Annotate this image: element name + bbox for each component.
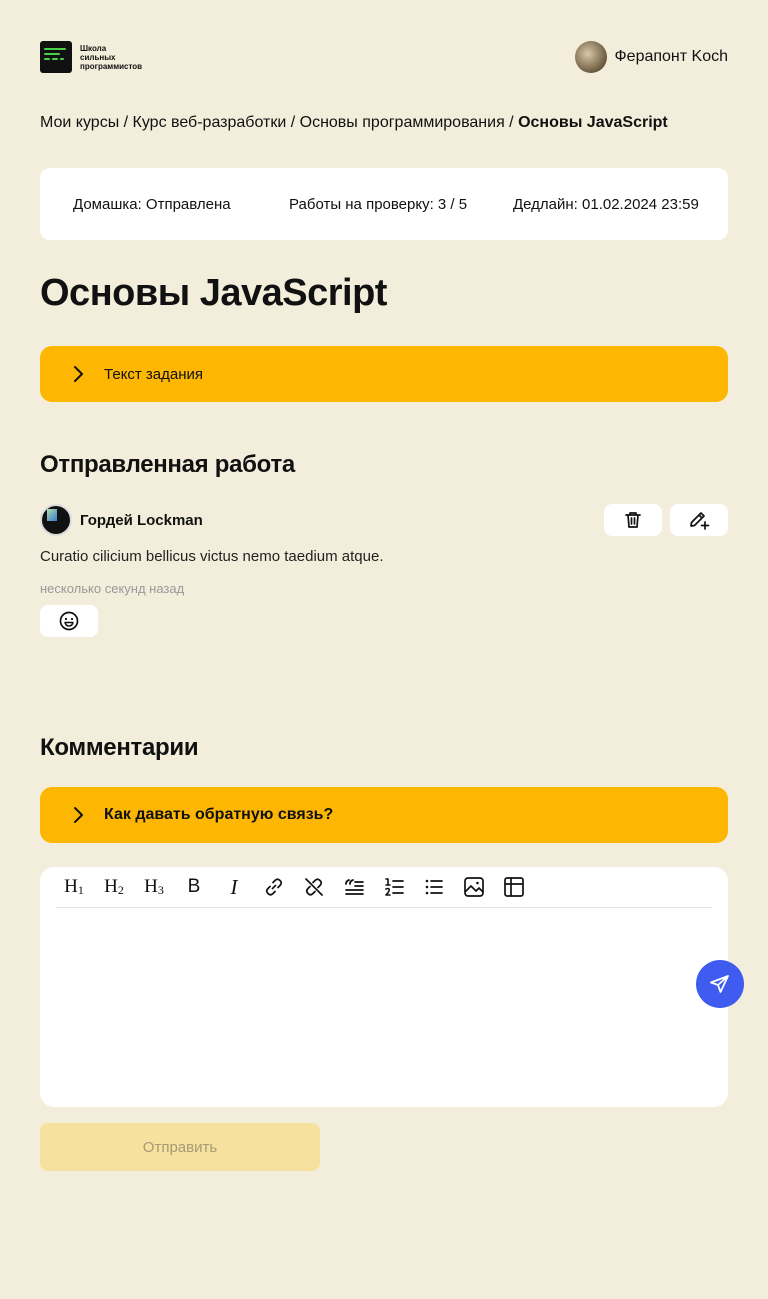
heading-3-sub: 3 [157,883,164,897]
user-menu[interactable]: Ферапонт Koch [574,41,729,73]
submitted-section-title: Отправленная работа [40,451,295,478]
work-timestamp: несколько секунд назад [40,581,185,596]
ordered-list-icon [385,878,404,896]
italic-label: I [230,874,238,899]
ordered-list-button[interactable] [376,871,412,903]
logo-line: Школа [80,43,107,53]
heading-3-label: H [144,876,158,897]
avatar[interactable] [574,41,607,73]
logo-line: программистов [80,61,143,71]
logo-text: Школа сильных программистов [80,44,160,71]
bold-button[interactable]: B [176,871,212,903]
quote-button[interactable] [336,871,372,903]
task-accordion[interactable]: Текст задания [40,346,728,402]
pencil-plus-icon [690,512,710,530]
send-icon [710,975,729,993]
heading-2-label: H [104,876,118,897]
bold-label: B [187,876,201,897]
breadcrumb-current: Основы JavaScript [518,114,668,131]
breadcrumb-link[interactable]: Основы программирования [300,114,505,131]
feedback-accordion[interactable]: Как давать обратную связь? [40,787,728,843]
unlink-icon [305,878,323,896]
link-icon [265,878,283,896]
image-icon [464,877,484,897]
author: Гордей Lockman [40,504,203,536]
work-text: Curatio cilicium bellicus victus nemo ta… [40,548,384,565]
task-accordion-label: Текст задания [104,365,204,383]
table-button[interactable] [496,871,532,903]
breadcrumb-link[interactable]: Курс веб-разработки [133,114,287,131]
image-button[interactable] [456,871,492,903]
heading-1-label: H [64,876,78,897]
quote-icon [345,879,364,895]
bullet-list-button[interactable] [416,871,452,903]
italic-button[interactable]: I [216,871,252,903]
comments-section-title: Комментарии [40,734,199,761]
trash-icon [625,512,641,528]
unlink-button[interactable] [296,871,332,903]
chevron-right-icon [74,807,83,823]
breadcrumb: Мои курсы / Курс веб-разработки / Основы… [40,114,668,132]
heading-2-sub: 2 [117,883,124,897]
reaction-button[interactable] [40,605,98,637]
heading-2-button[interactable]: H2 [96,871,132,903]
send-fab-button[interactable] [696,960,744,1008]
logo[interactable]: Школа сильных программистов [40,41,160,73]
breadcrumb-separator: / [119,114,133,131]
submit-button[interactable]: Отправить [40,1123,320,1171]
reviews-count: Работы на проверку: 3 / 5 [289,195,468,213]
breadcrumb-link[interactable]: Мои курсы [40,114,119,131]
bullet-list-icon [425,879,443,895]
header: Школа сильных программистов Ферапонт Koc… [40,40,728,74]
smile-icon [59,611,79,631]
comment-editor[interactable]: H1 H2 H3 B I [40,867,728,1107]
user-name: Ферапонт Koch [614,48,729,65]
edit-button[interactable] [670,504,728,536]
deadline: Дедлайн: 01.02.2024 23:59 [513,195,699,213]
page-title: Основы JavaScript [40,272,387,314]
breadcrumb-separator: / [286,114,300,131]
homework-status: Домашка: Отправлена [73,195,231,213]
avatar [40,504,72,536]
delete-button[interactable] [604,504,662,536]
editor-toolbar: H1 H2 H3 B I [56,867,712,908]
heading-3-button[interactable]: H3 [136,871,172,903]
breadcrumb-separator: / [504,114,519,131]
chevron-right-icon [74,366,83,382]
feedback-accordion-label: Как давать обратную связь? [104,806,334,823]
author-name: Гордей Lockman [80,511,203,529]
status-card: Домашка: Отправлена Работы на проверку: … [40,168,728,240]
link-button[interactable] [256,871,292,903]
table-icon [504,877,524,897]
logo-icon [40,41,72,73]
heading-1-button[interactable]: H1 [56,871,92,903]
heading-1-sub: 1 [77,883,84,897]
logo-line: сильных [80,52,116,62]
editor-content-area[interactable] [56,909,712,1095]
